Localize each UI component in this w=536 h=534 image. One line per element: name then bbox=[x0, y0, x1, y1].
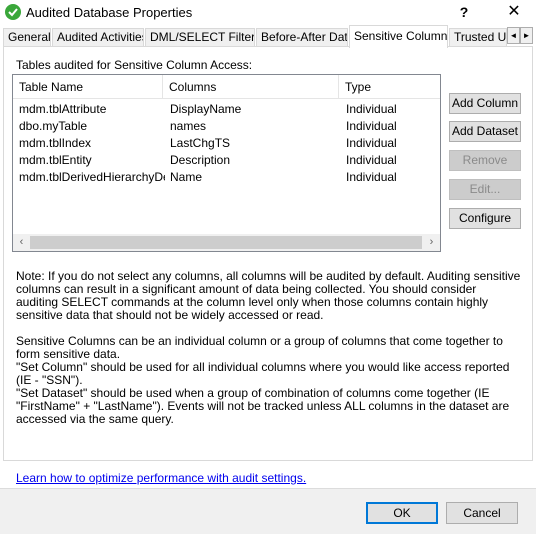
add-dataset-button[interactable]: Add Dataset bbox=[449, 121, 521, 142]
configure-button[interactable]: Configure bbox=[449, 208, 521, 229]
tab-dml-select-filters[interactable]: DML/SELECT Filters bbox=[145, 28, 255, 47]
cell-type: Individual bbox=[346, 153, 397, 167]
tab-scroll-left-button[interactable]: ◄ bbox=[507, 27, 520, 44]
cell-columns: LastChgTS bbox=[170, 136, 231, 150]
cell-type: Individual bbox=[346, 136, 397, 150]
column-header-columns[interactable]: Columns bbox=[163, 75, 339, 99]
cell-type: Individual bbox=[346, 170, 397, 184]
cell-type: Individual bbox=[346, 119, 397, 133]
list-header: Table Name Columns Type bbox=[13, 75, 440, 99]
cell-table-name: dbo.myTable bbox=[19, 119, 88, 133]
window-title: Audited Database Properties bbox=[26, 5, 193, 20]
column-header-type[interactable]: Type bbox=[339, 75, 440, 99]
add-column-button[interactable]: Add Column bbox=[449, 93, 521, 114]
edit-button[interactable]: Edit... bbox=[449, 179, 521, 200]
title-bar: Audited Database Properties ? ✕ bbox=[0, 0, 536, 25]
remove-button[interactable]: Remove bbox=[449, 150, 521, 171]
help-button[interactable]: ? bbox=[452, 2, 476, 22]
cell-table-name: mdm.tblEntity bbox=[19, 153, 92, 167]
cancel-button[interactable]: Cancel bbox=[446, 502, 518, 524]
note-default-columns: Note: If you do not select any columns, … bbox=[16, 269, 521, 322]
optimize-performance-link[interactable]: Learn how to optimize performance with a… bbox=[16, 471, 306, 485]
tab-trusted-users[interactable]: Trusted Us bbox=[449, 28, 507, 47]
cell-columns: DisplayName bbox=[170, 102, 242, 116]
table-row[interactable]: mdm.tblDerivedHierarchyDe... Name Indivi… bbox=[13, 169, 440, 186]
note-set-dataset: "Set Dataset" should be used when a grou… bbox=[16, 386, 510, 426]
cell-table-name: mdm.tblAttribute bbox=[19, 102, 107, 116]
scroll-left-icon[interactable]: ‹ bbox=[13, 234, 30, 251]
cell-type: Individual bbox=[346, 102, 397, 116]
column-header-table-name[interactable]: Table Name bbox=[13, 75, 163, 99]
tab-before-after-data[interactable]: Before-After Data bbox=[256, 28, 348, 47]
scrollbar-thumb[interactable] bbox=[30, 236, 422, 249]
cell-table-name: mdm.tblDerivedHierarchyDe... bbox=[19, 170, 165, 184]
table-row[interactable]: mdm.tblIndex LastChgTS Individual bbox=[13, 135, 440, 152]
tab-scroll-right-button[interactable]: ► bbox=[520, 27, 533, 44]
note-set-column: "Set Column" should be used for all indi… bbox=[16, 360, 510, 387]
table-row[interactable]: mdm.tblAttribute DisplayName Individual bbox=[13, 101, 440, 118]
cell-columns: names bbox=[170, 119, 207, 133]
tab-audited-activities[interactable]: Audited Activities bbox=[52, 28, 144, 47]
section-label: Tables audited for Sensitive Column Acce… bbox=[16, 58, 253, 72]
close-button[interactable]: ✕ bbox=[498, 0, 530, 24]
scroll-right-icon[interactable]: › bbox=[423, 234, 440, 251]
check-icon bbox=[5, 4, 21, 20]
tab-sensitive-columns[interactable]: Sensitive Columns bbox=[349, 25, 448, 48]
tab-strip: General Audited Activities DML/SELECT Fi… bbox=[0, 25, 536, 48]
sensitive-columns-list[interactable]: Table Name Columns Type mdm.tblAttribute… bbox=[12, 74, 441, 252]
table-row[interactable]: mdm.tblEntity Description Individual bbox=[13, 152, 440, 169]
horizontal-scrollbar[interactable]: ‹ › bbox=[13, 234, 440, 251]
tab-general[interactable]: General bbox=[3, 28, 51, 47]
cell-columns: Description bbox=[170, 153, 231, 167]
ok-button[interactable]: OK bbox=[366, 502, 438, 524]
note-sensitive-columns-definition: Sensitive Columns can be an individual c… bbox=[16, 334, 503, 361]
cell-columns: Name bbox=[170, 170, 203, 184]
table-row[interactable]: dbo.myTable names Individual bbox=[13, 118, 440, 135]
cell-table-name: mdm.tblIndex bbox=[19, 136, 92, 150]
